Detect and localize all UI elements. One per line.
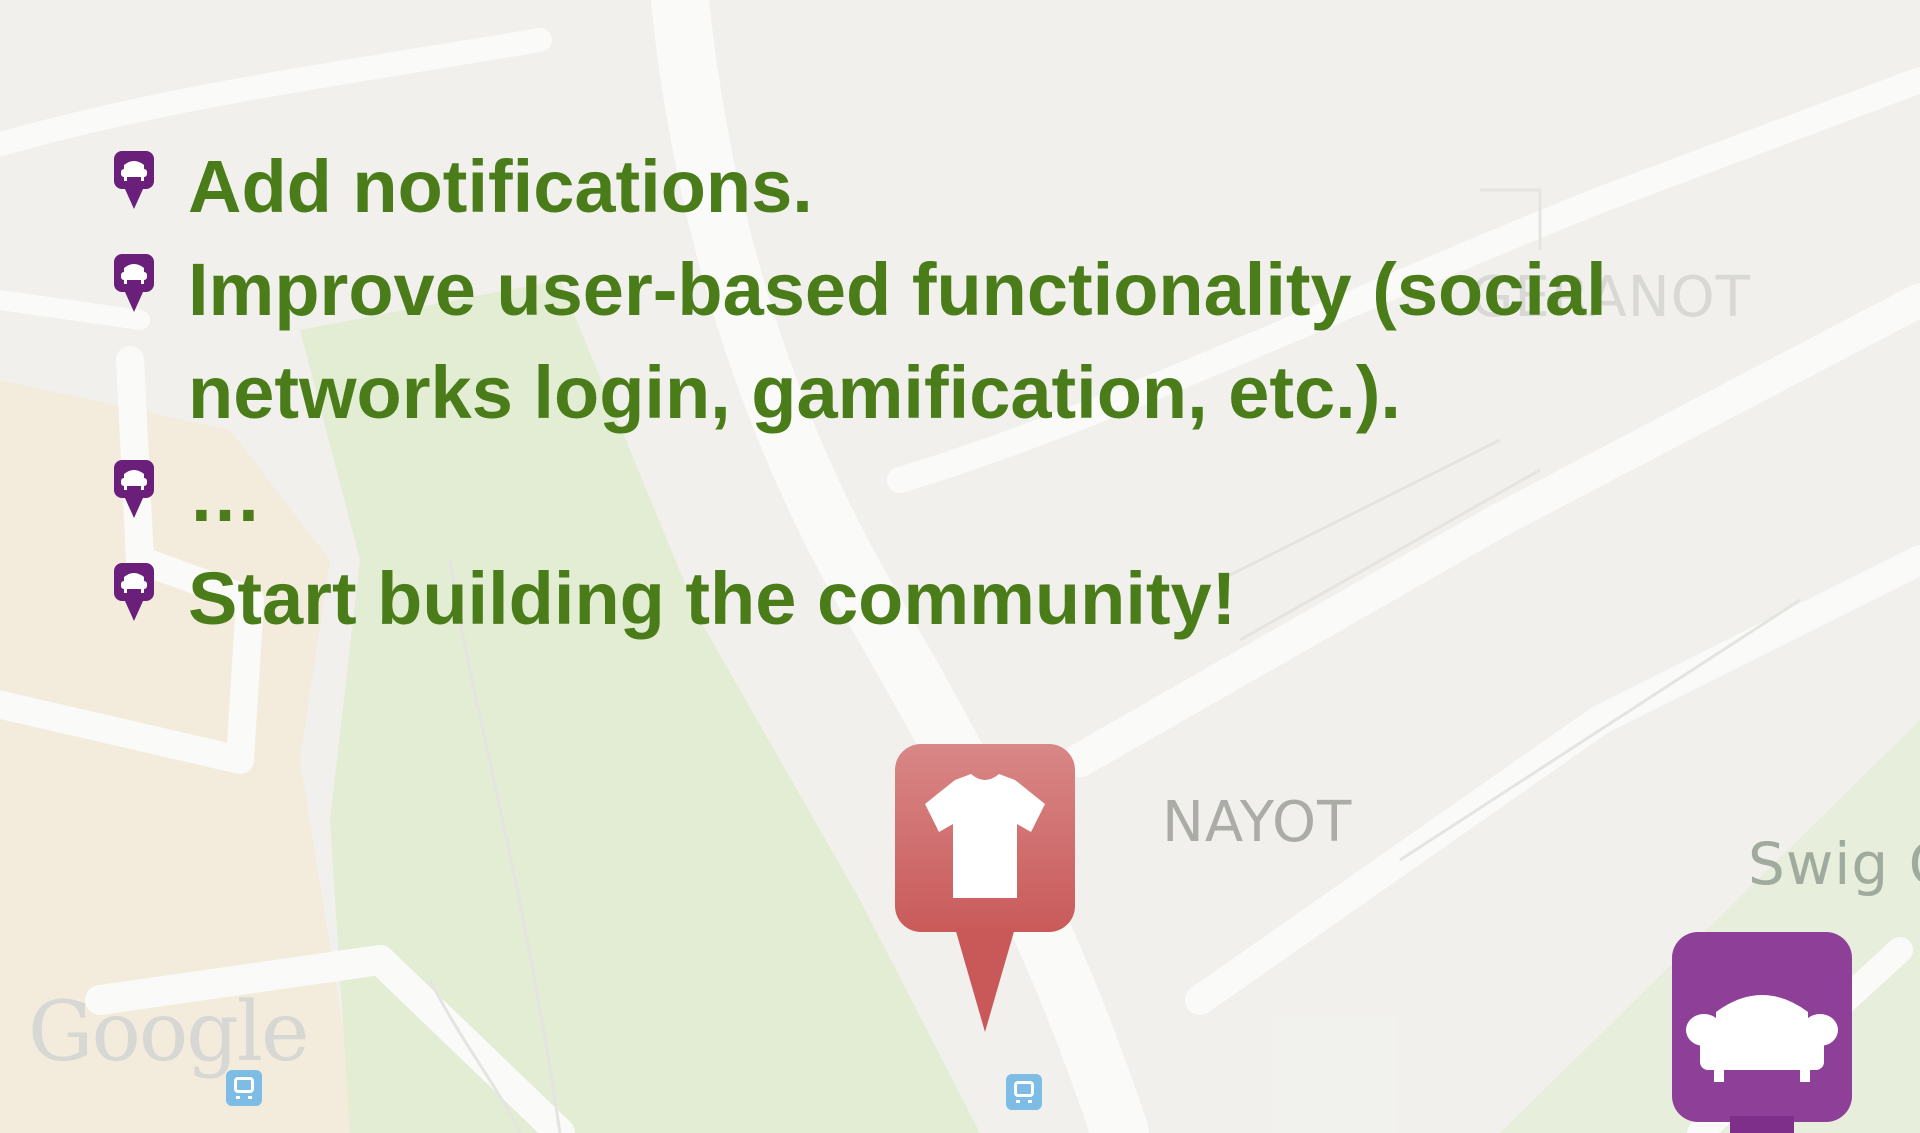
sofa-pin-icon bbox=[114, 254, 154, 312]
bullet-text: Improve user-based functionality (social… bbox=[188, 248, 1607, 434]
sofa-pin-icon bbox=[114, 460, 154, 518]
sofa-pin-icon bbox=[114, 151, 154, 209]
bullet-item: … bbox=[110, 444, 1710, 547]
bullet-list: Add notifications. Improve user-based fu… bbox=[110, 135, 1710, 650]
sofa-pin-icon bbox=[114, 563, 154, 621]
sofa-marker-icon[interactable] bbox=[1670, 930, 1854, 1133]
bullet-item: Improve user-based functionality (social… bbox=[110, 238, 1710, 444]
bullet-item: Start building the community! bbox=[110, 547, 1710, 650]
bullet-text: Start building the community! bbox=[188, 557, 1237, 640]
bullet-text: … bbox=[188, 454, 262, 537]
bullet-text: Add notifications. bbox=[188, 145, 813, 228]
shirt-marker-icon[interactable] bbox=[893, 742, 1077, 1034]
bullet-item: Add notifications. bbox=[110, 135, 1710, 238]
